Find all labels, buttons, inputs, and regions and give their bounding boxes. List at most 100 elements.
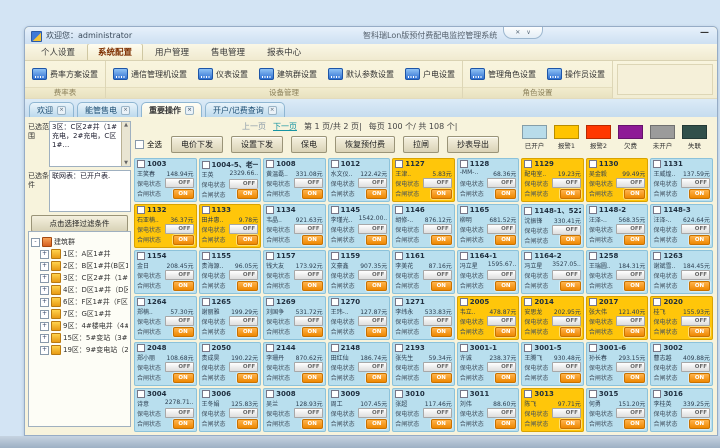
power-protect-off-button[interactable]: OFF xyxy=(229,316,258,326)
meter-card[interactable]: 1264郑楠..57.30元保电状态OFF合闸状态ON xyxy=(134,296,197,340)
meter-card[interactable]: 1271李纬永533.83元保电状态OFF合闸状态ON xyxy=(392,296,455,340)
card-checkbox[interactable] xyxy=(137,344,145,352)
meter-card[interactable]: 3001-1许诚238.37元保电状态OFF合闸状态ON xyxy=(457,342,520,386)
action-button-5[interactable]: 抄表导出 xyxy=(447,136,499,153)
card-checkbox[interactable] xyxy=(589,252,597,260)
tree-item-6[interactable]: +9区：4#楼电井（4#楼… xyxy=(40,321,128,331)
card-checkbox[interactable] xyxy=(395,298,403,306)
power-protect-off-button[interactable]: OFF xyxy=(294,178,323,188)
tab-close-icon[interactable]: × xyxy=(121,106,130,115)
card-checkbox[interactable] xyxy=(137,252,145,260)
breaker-on-button[interactable]: ON xyxy=(302,189,323,199)
breaker-on-button[interactable]: ON xyxy=(173,419,194,429)
meter-card[interactable]: 2020桂飞155.93元保电状态OFF合闸状态ON xyxy=(650,296,713,340)
power-protect-off-button[interactable]: OFF xyxy=(423,178,452,188)
select-all-checkbox[interactable] xyxy=(135,140,144,149)
meter-card[interactable]: 2144李珊丹870.62元保电状态OFF合闸状态ON xyxy=(263,342,326,386)
meter-card[interactable]: 3015何勇151.20元保电状态OFF合闸状态ON xyxy=(586,388,649,432)
breaker-on-button[interactable]: ON xyxy=(431,373,452,383)
menu-tab-1[interactable]: 系统配置 xyxy=(87,43,143,60)
card-checkbox[interactable] xyxy=(460,160,468,168)
meter-card[interactable]: 2050贵成昊190.22元保电状态OFF合闸状态ON xyxy=(199,342,262,386)
card-checkbox[interactable] xyxy=(266,390,274,398)
expand-icon[interactable]: + xyxy=(40,346,49,355)
power-protect-off-button[interactable]: OFF xyxy=(358,316,387,326)
action-button-2[interactable]: 保电 xyxy=(291,136,327,153)
ribbon-button-0-0[interactable]: 费率方案设置 xyxy=(32,68,98,80)
ribbon-button-2-1[interactable]: 操作员设置 xyxy=(547,68,605,80)
power-protect-off-button[interactable]: OFF xyxy=(552,362,581,372)
breaker-on-button[interactable]: ON xyxy=(302,373,323,383)
breaker-on-button[interactable]: ON xyxy=(689,189,710,199)
card-checkbox[interactable] xyxy=(266,252,274,260)
meter-card[interactable]: 1008黄温磊..331.08元保电状态OFF合闸状态ON xyxy=(263,158,326,202)
tab-close-icon[interactable]: × xyxy=(185,106,194,115)
ribbon-button-2-0[interactable]: 管理角色设置 xyxy=(470,68,536,80)
meter-card[interactable]: 3004诗意2278.71..保电状态OFF合闸状态ON xyxy=(134,388,197,432)
menu-tab-2[interactable]: 用户管理 xyxy=(145,44,199,60)
power-protect-off-button[interactable]: OFF xyxy=(229,362,258,372)
power-protect-off-button[interactable]: OFF xyxy=(358,178,387,188)
card-checkbox[interactable] xyxy=(653,160,661,168)
meter-card[interactable]: 1258王瑞圆..184.31元保电状态OFF合闸状态ON xyxy=(586,250,649,294)
scrollbar[interactable]: ▲ ▼ xyxy=(121,122,130,166)
scroll-up-icon[interactable]: ▲ xyxy=(124,122,128,129)
breaker-on-button[interactable]: ON xyxy=(560,189,581,199)
card-checkbox[interactable] xyxy=(589,344,597,352)
card-checkbox[interactable] xyxy=(266,344,274,352)
breaker-on-button[interactable]: ON xyxy=(237,419,258,429)
breaker-on-button[interactable]: ON xyxy=(173,373,194,383)
breaker-on-button[interactable]: ON xyxy=(560,281,581,291)
meter-card[interactable]: 3009周工107.45元保电状态OFF合闸状态ON xyxy=(328,388,391,432)
meter-card[interactable]: 1003王笑春148.94元保电状态OFF合闸状态ON xyxy=(134,158,197,202)
meter-card[interactable]: 1164-2冯立星3527.05..保电状态OFF合闸状态ON xyxy=(521,250,584,294)
breaker-on-button[interactable]: ON xyxy=(624,373,645,383)
prev-page-link[interactable]: 上一页 xyxy=(242,121,266,132)
tree-item-5[interactable]: +7区：G区1#井 xyxy=(40,309,128,319)
power-protect-off-button[interactable]: OFF xyxy=(165,178,194,188)
ribbon-button-1-1[interactable]: 仪表设置 xyxy=(198,68,248,80)
power-protect-off-button[interactable]: OFF xyxy=(423,224,452,234)
meter-card[interactable]: 1146胡修-..876.12元保电状态OFF合闸状态ON xyxy=(392,204,455,248)
breaker-on-button[interactable]: ON xyxy=(302,281,323,291)
breaker-on-button[interactable]: ON xyxy=(173,235,194,245)
card-checkbox[interactable] xyxy=(589,206,597,214)
breaker-on-button[interactable]: ON xyxy=(689,327,710,337)
tree-item-4[interactable]: +6区：F区1#井（F区1#… xyxy=(40,297,128,307)
meter-card[interactable]: 2014安思龙202.95元保电状态OFF合闸状态ON xyxy=(521,296,584,340)
breaker-on-button[interactable]: ON xyxy=(560,235,581,245)
breaker-on-button[interactable]: ON xyxy=(302,327,323,337)
card-checkbox[interactable] xyxy=(589,298,597,306)
power-protect-off-button[interactable]: OFF xyxy=(681,362,710,372)
breaker-on-button[interactable]: ON xyxy=(237,235,258,245)
meter-card[interactable]: 1012水文仪..122.42元保电状态OFF合闸状态ON xyxy=(328,158,391,202)
minimize-button[interactable]: — xyxy=(700,28,709,38)
breaker-on-button[interactable]: ON xyxy=(237,281,258,291)
meter-card[interactable]: 1132石亚楠..36.37元保电状态OFF合闸状态ON xyxy=(134,204,197,248)
breaker-on-button[interactable]: ON xyxy=(495,327,516,337)
breaker-on-button[interactable]: ON xyxy=(495,419,516,429)
breaker-on-button[interactable]: ON xyxy=(560,419,581,429)
tree-item-2[interactable]: +3区：C区2#井（1#变… xyxy=(40,273,128,283)
power-protect-off-button[interactable]: OFF xyxy=(165,270,194,280)
tree-item-1[interactable]: +2区：B区1#井(B区1#… xyxy=(40,261,128,271)
power-protect-off-button[interactable]: OFF xyxy=(487,408,516,418)
meter-card[interactable]: 1148-1、522沈振锋330.41元保电状态OFF合闸状态ON xyxy=(521,204,584,248)
power-protect-off-button[interactable]: OFF xyxy=(616,408,645,418)
meter-card[interactable]: 1145李瑾光..1542.00..保电状态OFF合闸状态ON xyxy=(328,204,391,248)
card-checkbox[interactable] xyxy=(524,252,532,260)
power-protect-off-button[interactable]: OFF xyxy=(294,316,323,326)
meter-card[interactable]: 2017张大伟121.40元保电状态OFF合闸状态ON xyxy=(586,296,649,340)
meter-card[interactable]: 1128-MM-..68.36元保电状态OFF合闸状态ON xyxy=(457,158,520,202)
power-protect-off-button[interactable]: OFF xyxy=(358,362,387,372)
power-protect-off-button[interactable]: OFF xyxy=(616,178,645,188)
select-all[interactable]: 全选 xyxy=(135,139,162,150)
card-checkbox[interactable] xyxy=(653,390,661,398)
breaker-on-button[interactable]: ON xyxy=(431,327,452,337)
power-protect-off-button[interactable]: OFF xyxy=(487,224,516,234)
breaker-on-button[interactable]: ON xyxy=(366,373,387,383)
scroll-down-icon[interactable]: ▼ xyxy=(124,160,128,167)
card-checkbox[interactable] xyxy=(331,206,339,214)
card-checkbox[interactable] xyxy=(331,252,339,260)
meter-card[interactable]: 1134韦晶..921.63元保电状态OFF合闸状态ON xyxy=(263,204,326,248)
